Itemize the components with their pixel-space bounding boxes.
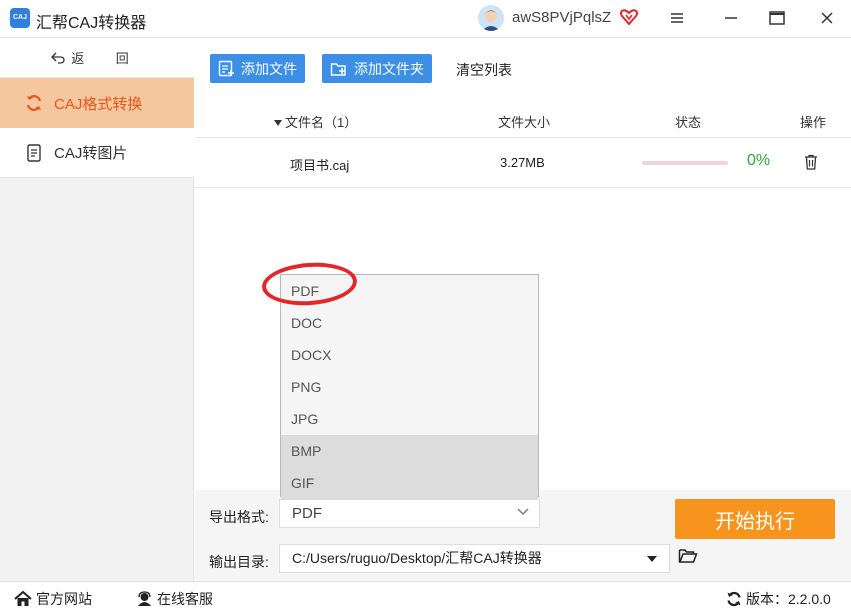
official-website-label: 官方网站 (36, 591, 92, 607)
size-column-header: 文件大小 (498, 115, 551, 130)
export-format-value: PDF (292, 505, 322, 522)
delete-icon[interactable] (804, 154, 818, 173)
version-label: 版本：2.2.0.0 (746, 591, 831, 607)
sidebar-item-caj-format-convert[interactable]: CAJ格式转换 (0, 78, 194, 128)
format-option-gif[interactable]: GIF (281, 467, 538, 499)
clear-list-button[interactable]: 清空列表 (456, 60, 512, 80)
progress-percent: 0% (747, 152, 771, 169)
menu-icon[interactable] (664, 6, 690, 30)
format-option-docx[interactable]: DOCX (281, 339, 538, 371)
format-option-jpg[interactable]: JPG (281, 403, 538, 435)
format-option-png[interactable]: PNG (281, 371, 538, 403)
sidebar-item-label: CAJ转图片 (54, 145, 128, 162)
output-dir-label: 输出目录: (209, 554, 269, 570)
support-agent-icon (138, 591, 151, 606)
title-bar: CAJ 汇帮CAJ转换器 awS8PVjPqlsZ (0, 0, 851, 38)
caret-down-icon (647, 556, 657, 562)
online-support-label: 在线客服 (157, 591, 213, 607)
progress-bar (642, 161, 728, 165)
export-format-label: 导出格式: (209, 509, 269, 525)
action-column-header: 操作 (800, 115, 827, 130)
avatar[interactable] (478, 5, 504, 31)
table-row[interactable]: 项目书.caj 3.27MB 0% (195, 138, 851, 188)
start-button[interactable]: 开始执行 (675, 499, 835, 539)
output-settings: 导出格式: PDF 输出目录: C:/Users/ruguo/Desktop/汇… (195, 490, 851, 581)
file-name: 项目书.caj (290, 158, 350, 173)
minimize-icon[interactable] (718, 6, 744, 30)
main-panel: 添加文件 添加文件夹 清空列表 文件名（1） 文件大小 状态 操作 项目书.ca… (195, 38, 851, 581)
back-button[interactable]: 返 回 (0, 38, 194, 78)
export-format-select[interactable]: PDF (279, 499, 540, 528)
app-logo-icon: CAJ (10, 8, 30, 28)
back-label: 返 回 (71, 51, 143, 66)
sort-name-header[interactable]: 文件名（1） (273, 112, 357, 131)
name-column-header: 文件名（1） (285, 115, 358, 130)
status-bar: 官方网站 在线客服 版本：2.2.0.0 (0, 581, 851, 610)
vip-heart-icon[interactable] (620, 9, 638, 25)
add-file-button[interactable]: 添加文件 (210, 54, 305, 83)
official-website-link[interactable]: 官方网站 (14, 589, 92, 609)
format-option-bmp[interactable]: BMP (281, 435, 538, 467)
format-option-doc[interactable]: DOC (281, 307, 538, 339)
chevron-down-icon (517, 508, 529, 515)
sidebar: 返 回 CAJ格式转换 CAJ转图片 (0, 38, 194, 581)
update-icon (727, 591, 741, 607)
format-dropdown-list: PDF DOC DOCX PNG JPG BMP GIF (280, 274, 539, 499)
add-file-icon (218, 60, 234, 77)
sidebar-item-caj-to-image[interactable]: CAJ转图片 (0, 128, 194, 178)
sort-down-icon (274, 120, 282, 126)
app-title: 汇帮CAJ转换器 (36, 15, 147, 32)
back-arrow-icon (51, 52, 65, 64)
add-file-label: 添加文件 (241, 60, 297, 77)
status-column-header: 状态 (675, 115, 702, 130)
document-icon (24, 143, 44, 163)
output-dir-value: C:/Users/ruguo/Desktop/汇帮CAJ转换器 (292, 550, 542, 566)
home-icon (14, 591, 32, 606)
maximize-icon[interactable] (764, 6, 790, 30)
username[interactable]: awS8PVjPqlsZ (512, 9, 611, 26)
sidebar-item-label: CAJ格式转换 (54, 95, 143, 113)
file-size: 3.27MB (500, 155, 545, 170)
refresh-icon (24, 93, 44, 113)
version-info[interactable]: 版本：2.2.0.0 (726, 589, 831, 609)
add-folder-button[interactable]: 添加文件夹 (322, 54, 432, 83)
output-dir-select[interactable]: C:/Users/ruguo/Desktop/汇帮CAJ转换器 (279, 544, 670, 573)
add-folder-label: 添加文件夹 (354, 60, 424, 77)
folder-open-icon[interactable] (678, 548, 698, 569)
online-support-link[interactable]: 在线客服 (136, 589, 213, 609)
table-header: 文件名（1） 文件大小 状态 操作 (195, 100, 851, 138)
add-folder-icon (330, 62, 346, 76)
close-icon[interactable] (814, 6, 840, 30)
